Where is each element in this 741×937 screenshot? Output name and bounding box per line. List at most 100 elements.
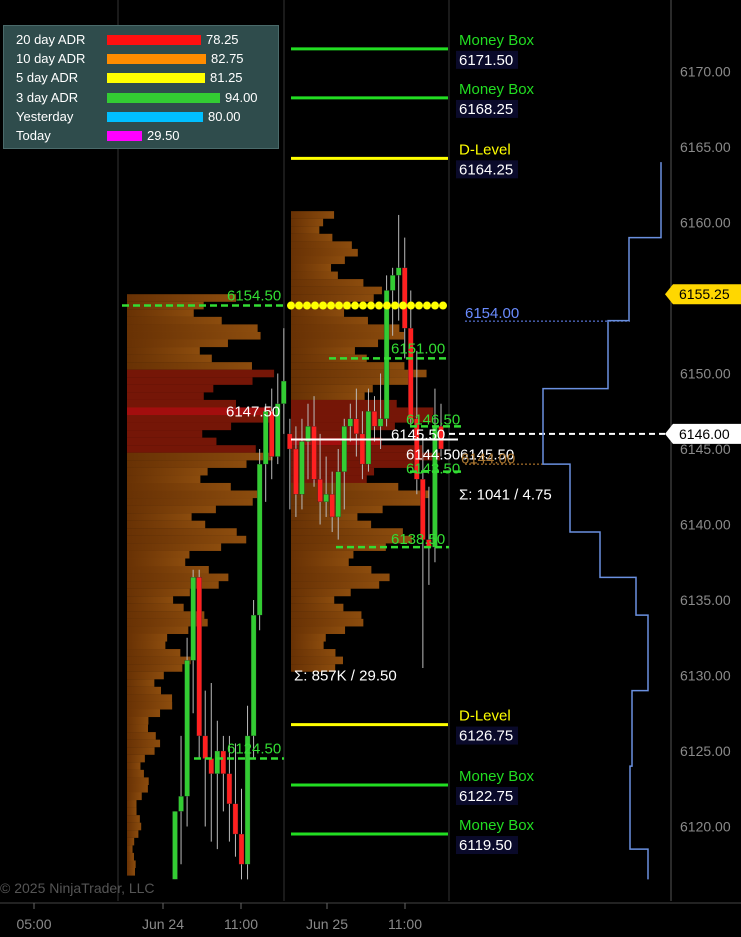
volume-profile-bar [127,852,134,861]
level-value: 6122.75 [459,788,513,805]
volume-profile-bar [291,286,382,295]
adr-row-today: Today 29.50 [4,127,278,145]
volume-profile-bar [127,837,135,846]
yellow-dot-marker [431,301,439,310]
candle-bearish [317,479,323,503]
candle-bearish [220,750,227,774]
yellow-dot-marker [391,301,399,310]
volume-profile-bar [127,822,142,831]
yellow-dot-marker [439,301,447,310]
volume-profile-bar [291,264,332,272]
adr-label: Yesterday [16,109,74,124]
price-axis-tick: 6125.00 [680,743,731,759]
volume-profile-bar [291,241,352,249]
volume-profile-bar [127,528,237,536]
volume-profile-bar [127,784,148,793]
volume-profile-bar [127,430,203,438]
volume-profile-bar [127,490,261,499]
volume-profile-bar [127,422,232,431]
level-value: 6119.50 [459,837,512,854]
volume-profile-bar [291,309,345,317]
volume-profile-bar [291,528,403,536]
volume-profile-bar [127,679,155,687]
current-price-label: 6155.25 [679,286,730,302]
adr-label: 3 day ADR [16,90,79,105]
candle-bearish [293,448,299,495]
volume-profile-bar [127,309,194,317]
time-axis-tick: 11:00 [224,916,258,932]
volume-profile-bar [291,550,354,559]
dashed-level-label: 6138.50 [391,531,445,548]
volume-profile-bar [127,437,217,446]
volume-profile-bar [127,800,137,808]
sigma-label: Σ: 857K / 29.50 [294,668,397,685]
volume-profile-bar [127,769,144,778]
yellow-dot-marker [351,301,359,310]
adr-label: 10 day ADR [16,51,86,66]
adr-value: 82.75 [211,51,244,66]
volume-profile-bar [127,362,252,370]
volume-profile-bar [127,747,155,755]
yellow-dot-marker [383,301,391,310]
volume-profile-bar [127,626,189,634]
candle-bullish [214,750,220,774]
volume-profile-bar [291,339,379,348]
candle-bearish [208,758,214,774]
yellow-dot-marker [303,301,311,310]
candle-bullish [250,614,257,737]
volume-profile-bar [127,717,149,725]
volume-profile-bar [127,445,256,453]
dashed-level-label: 6124.50 [227,741,281,758]
candle-bullish [383,290,390,419]
level-name: Money Box [459,817,535,834]
candle-bearish [329,494,335,518]
volume-profile-bar [291,377,409,385]
volume-profile-bar [291,248,358,257]
volume-profile-bar [127,868,135,876]
price-axis-tick: 6135.00 [680,592,731,608]
adr-row-20day: 20 day ADR 78.25 [4,31,278,49]
candle-bearish [232,803,239,835]
adr-bar [107,93,220,103]
volume-profile-bar [127,384,214,393]
volume-profile-bar [291,618,364,627]
volume-profile-bar [127,573,229,582]
annotation-label: 6145.50 [391,426,445,443]
level-name: Money Box [459,32,535,49]
adr-row-5day: 5 day ADR 81.25 [4,69,278,87]
volume-profile-bar [127,732,156,740]
volume-profile-bar [291,347,355,355]
level-value: 6164.25 [459,161,513,178]
volume-profile-bar [291,520,372,529]
volume-profile-bar [127,505,216,514]
price-axis-tick: 6130.00 [680,668,731,684]
candle-bullish [396,267,402,276]
volume-profile-bar [127,543,222,551]
candle-bullish [299,441,305,495]
volume-profile-bar [291,233,333,242]
candle-bullish [365,411,372,465]
volume-profile-bar [127,558,186,567]
yellow-dot-marker [287,301,295,310]
time-axis-tick: 11:00 [388,916,422,932]
volume-profile-bar [291,369,427,378]
volume-profile-bar [291,588,351,597]
yellow-dot-marker [423,301,431,310]
volume-profile-bar [127,588,190,597]
yellow-dot-marker [407,301,415,310]
yellow-dot-marker [343,301,351,310]
dashed-level-label: 6151.00 [391,340,445,357]
volume-profile-bar [127,460,247,468]
volume-profile-bar [291,649,336,657]
volume-profile-bar [127,513,192,521]
volume-profile-bar [127,671,164,680]
volume-profile-bar [127,399,236,408]
level-value: 6168.25 [459,101,513,118]
adr-bar [107,54,206,64]
candle-bullish [377,418,384,427]
volume-profile-bar [291,573,390,582]
volume-profile-bar [291,392,365,400]
adr-table-panel: 20 day ADR 78.25 10 day ADR 82.75 5 day … [3,25,279,149]
volume-profile-bar [291,558,349,567]
volume-profile-bar [127,641,166,650]
